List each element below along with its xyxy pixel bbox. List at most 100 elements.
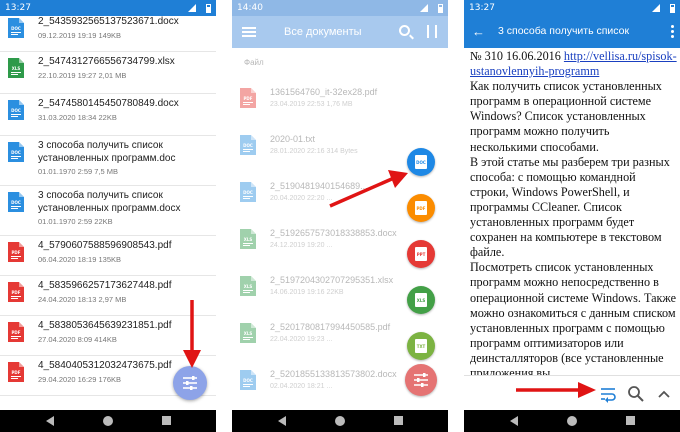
file-name: 3 способа получить список <box>38 190 163 201</box>
file-name-line2: установленных программ.doc <box>38 153 176 164</box>
search-icon[interactable] <box>626 384 646 404</box>
file-meta: 09.12.2019 19:19 149KB <box>38 31 121 40</box>
file-meta: 01.01.1970 2:59 22KB <box>38 217 113 226</box>
phone-file-list: 13:27 DOC 2_5435932565137523671.docx 09.12… <box>0 0 216 432</box>
file-name: 2_5201780817994450585.pdf <box>270 322 391 332</box>
nav-back-icon[interactable] <box>278 416 286 426</box>
filter-fab-button[interactable] <box>405 364 437 396</box>
page-title: Все документы <box>284 26 362 38</box>
search-icon[interactable] <box>399 25 410 36</box>
file-name: 1361564760_it-32ex28.pdf <box>270 87 378 97</box>
doc-paragraph: Посмотреть список установленных программ… <box>470 260 677 375</box>
nav-back-icon[interactable] <box>46 416 54 426</box>
nav-home-icon[interactable] <box>103 416 113 426</box>
xls-label: XLS <box>416 298 426 303</box>
file-name: 2_5435932565137523671.docx <box>38 16 179 27</box>
xlsx-file-icon: XLS <box>240 229 256 249</box>
pdf-file-icon: PDF <box>8 322 24 342</box>
file-name: 3 способа получить список <box>38 140 163 151</box>
red-arrow-right <box>516 382 596 398</box>
android-nav-bar <box>232 410 448 432</box>
app-bar: Все документы <box>232 16 448 48</box>
chevron-up-icon[interactable] <box>654 384 674 404</box>
file-list-item[interactable]: PDF 1361564760_it-32ex28.pdf 23.04.2019 22… <box>232 82 448 122</box>
menu-icon[interactable] <box>242 27 256 37</box>
svg-text:DOC: DOC <box>11 200 21 205</box>
file-name: 2_5197204302707295351.xlsx <box>270 275 394 285</box>
nav-home-icon[interactable] <box>567 416 577 426</box>
create-txt-button[interactable]: TXT <box>407 332 435 360</box>
file-meta: 20.04.2020 22:20 ... <box>270 195 333 202</box>
file-meta: 02.04.2020 18:21 ... <box>270 383 333 390</box>
svg-text:DOC: DOC <box>11 150 21 155</box>
create-doc-button[interactable]: DOC <box>407 148 435 176</box>
nav-recent-icon[interactable] <box>626 416 635 425</box>
back-arrow-icon[interactable]: ← <box>472 25 485 38</box>
file-list-item[interactable]: PDF 4_5790607588596908543.pdf 06.04.2020 1… <box>0 236 216 276</box>
file-name: 4_5835966257173627448.pdf <box>38 280 172 291</box>
svg-text:PDF: PDF <box>12 250 21 255</box>
file-meta: 24.12.2019 19:20 ... <box>270 242 333 249</box>
file-meta: 23.04.2019 22:53 1,76 MB <box>270 101 353 108</box>
file-meta: 24.04.2020 18:13 2,97 MB <box>38 295 127 304</box>
nav-recent-icon[interactable] <box>162 416 171 425</box>
signal-icon <box>420 4 428 12</box>
file-meta: 27.04.2020 8:09 414KB <box>38 335 117 344</box>
red-arrow-right <box>329 170 408 208</box>
filter-fab-button[interactable] <box>173 366 207 400</box>
pdf-doc-icon: PDF <box>415 201 427 215</box>
doc-paragraph: В этой статье мы разберем три разных спо… <box>470 154 670 260</box>
svg-text:PDF: PDF <box>12 290 21 295</box>
filter-sliders-icon <box>414 373 428 387</box>
nav-recent-icon[interactable] <box>394 416 403 425</box>
pdf-file-icon: PDF <box>8 282 24 302</box>
docx-file-icon: DOC <box>8 192 24 212</box>
document-body: № 310 16.06.2016 http://vellisa.ru/spiso… <box>470 49 677 375</box>
signal-icon <box>188 4 196 12</box>
docx-file-icon: DOC <box>8 18 24 38</box>
file-list-item[interactable]: DOC 3 способа получить список установленны… <box>0 186 216 236</box>
xls-doc-icon: XLS <box>415 293 427 307</box>
file-list-item[interactable]: DOC 2_5474580145450780849.docx 31.03.2020 … <box>0 94 216 136</box>
doc-label: DOC <box>416 160 426 165</box>
svg-text:DOC: DOC <box>11 26 21 31</box>
create-xls-button[interactable]: XLS <box>407 286 435 314</box>
signal-icon <box>652 4 660 12</box>
doc-header-line: № 310 16.06.2016 http://vellisa.ru/spiso… <box>470 49 677 79</box>
docx-file-icon: DOC <box>240 370 256 390</box>
battery-icon <box>438 4 443 13</box>
docx-file-icon: DOC <box>240 182 256 202</box>
docx-file-icon: DOC <box>8 142 24 162</box>
file-name: 2_5474312766556734799.xlsx <box>38 56 175 67</box>
android-nav-bar <box>464 410 680 432</box>
file-list-item[interactable]: DOC 3 способа получить список установленны… <box>0 136 216 186</box>
xlsx-file-icon: XLS <box>240 276 256 296</box>
file-name: 2_5474580145450780849.docx <box>38 98 179 109</box>
sort-icon[interactable] <box>427 25 437 38</box>
svg-text:DOC: DOC <box>243 190 253 195</box>
txt-label: TXT <box>416 344 426 349</box>
doc-doc-icon: DOC <box>415 155 427 169</box>
status-time: 13:27 <box>469 3 495 13</box>
svg-text:PDF: PDF <box>12 370 21 375</box>
file-meta: 29.04.2020 16:29 176KB <box>38 375 121 384</box>
file-meta: 28.01.2020 22:16 314 Bytes <box>270 148 358 155</box>
android-nav-bar <box>0 410 216 432</box>
more-options-icon[interactable] <box>671 25 674 39</box>
create-ppt-button[interactable]: PPT <box>407 240 435 268</box>
file-meta: 22.10.2019 19:27 2,01 MB <box>38 71 127 80</box>
file-meta: 22.04.2020 19:23 ... <box>270 336 333 343</box>
nav-home-icon[interactable] <box>335 416 345 426</box>
file-list-item[interactable]: XLS 2_5474312766556734799.xlsx 22.10.2019 … <box>0 52 216 94</box>
file-list-item[interactable]: DOC 2_5435932565137523671.docx 09.12.2019 … <box>0 16 216 52</box>
svg-text:DOC: DOC <box>243 378 253 383</box>
text-wrap-icon[interactable] <box>598 384 618 404</box>
nav-back-icon[interactable] <box>510 416 518 426</box>
svg-text:XLS: XLS <box>244 237 253 242</box>
pdf-file-icon: PDF <box>8 362 24 382</box>
create-pdf-button[interactable]: PDF <box>407 194 435 222</box>
docx-file-icon: DOC <box>8 100 24 120</box>
xlsx-file-icon: XLS <box>240 323 256 343</box>
svg-text:PDF: PDF <box>12 330 21 335</box>
status-bar: 13:27 <box>464 0 680 16</box>
